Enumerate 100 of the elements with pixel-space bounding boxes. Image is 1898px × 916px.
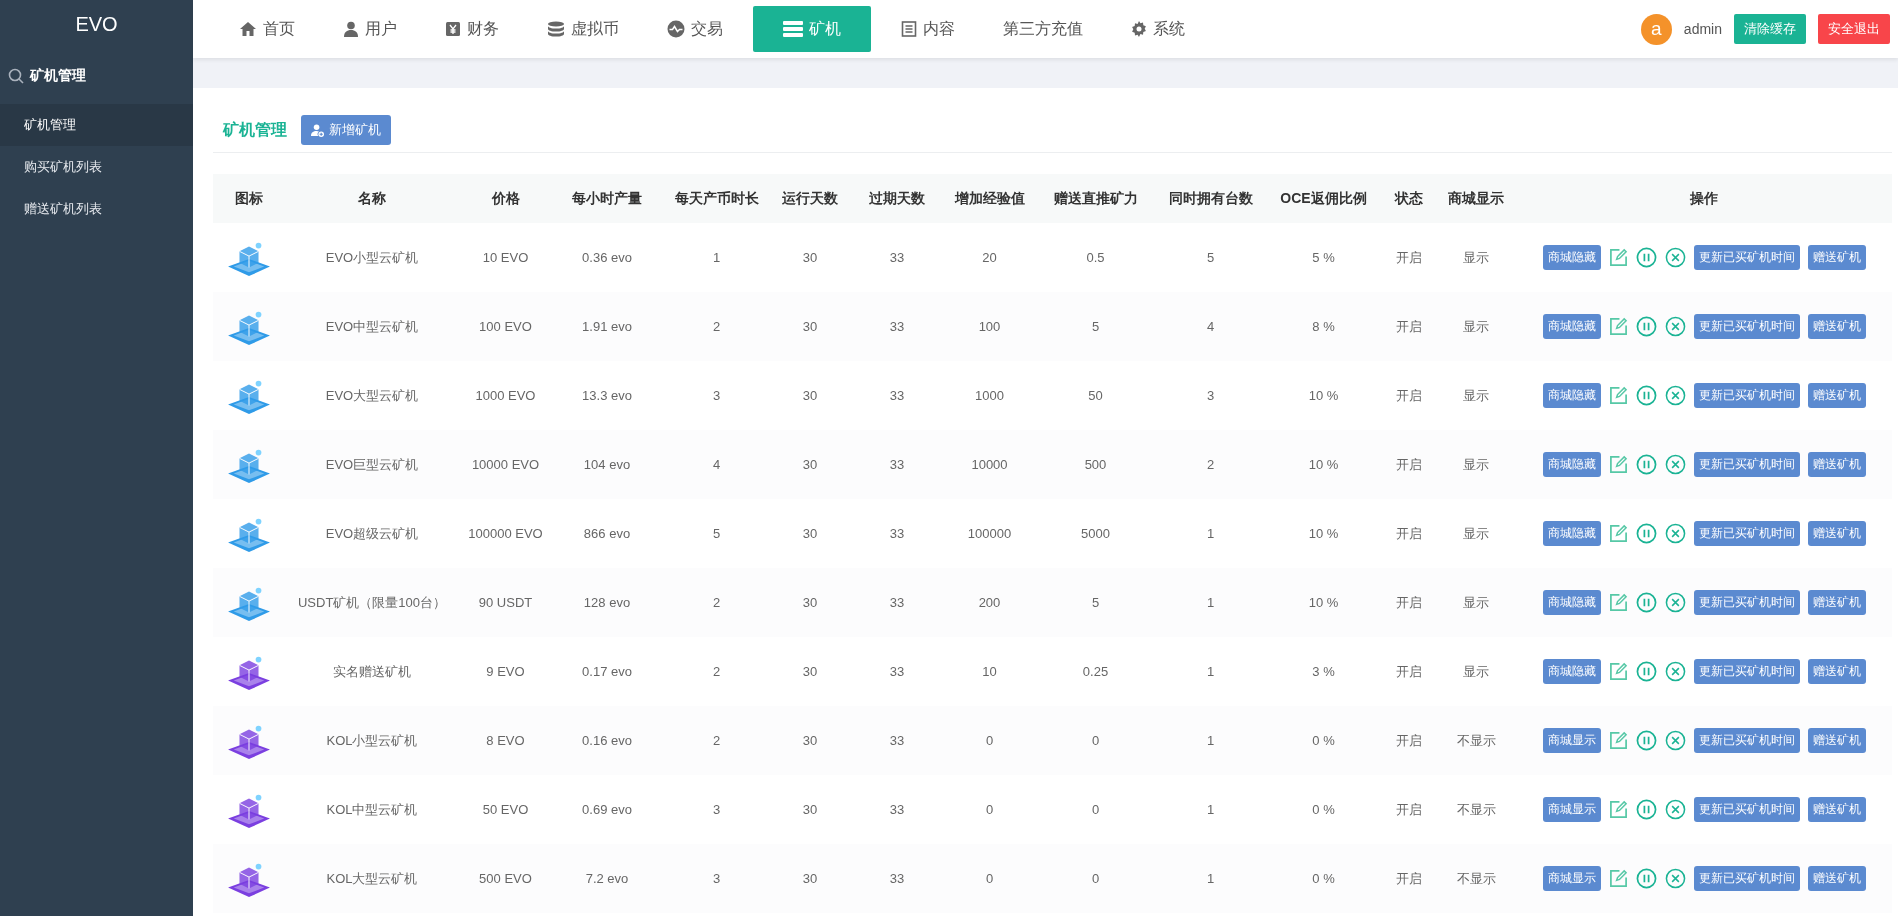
table-cell-text: 0.25 [1081, 663, 1110, 681]
edit-icon[interactable] [1608, 869, 1628, 888]
add-miner-button[interactable]: 新增矿机 [301, 115, 391, 145]
nav-tab[interactable]: 财务 [427, 6, 517, 52]
table-cell-text: 开启 [1395, 662, 1423, 681]
update-time-button[interactable]: 更新已买矿机时间 [1693, 452, 1800, 477]
update-time-button[interactable]: 更新已买矿机时间 [1693, 797, 1800, 822]
gift-miner-button[interactable]: 赠送矿机 [1807, 590, 1866, 615]
shop-toggle-button[interactable]: 商城隐藏 [1542, 314, 1601, 339]
shop-toggle-button[interactable]: 商城隐藏 [1542, 521, 1601, 546]
nav-tab[interactable]: 矿机 [753, 6, 871, 52]
cancel-icon[interactable] [1664, 661, 1686, 682]
table-cell-text: 开启 [1395, 386, 1423, 405]
table-cell: 5 [1156, 223, 1265, 292]
table-cell-text: 13.3 evo [581, 387, 633, 405]
update-time-button[interactable]: 更新已买矿机时间 [1693, 314, 1800, 339]
cancel-icon[interactable] [1664, 454, 1686, 475]
gift-miner-button[interactable]: 赠送矿机 [1807, 521, 1866, 546]
shop-toggle-button[interactable]: 商城隐藏 [1542, 245, 1601, 270]
table-cell: 5 % [1265, 223, 1382, 292]
gift-miner-button[interactable]: 赠送矿机 [1807, 245, 1866, 270]
cancel-icon[interactable] [1664, 385, 1686, 406]
table-cell-text: EVO大型云矿机 [324, 386, 420, 405]
edit-icon[interactable] [1608, 386, 1628, 405]
column-header: 名称 [284, 174, 460, 223]
table-cell: 33 [850, 223, 944, 292]
sidebar-item[interactable]: 购买矿机列表 [0, 146, 193, 188]
shop-toggle-button[interactable]: 商城隐藏 [1542, 383, 1601, 408]
edit-icon[interactable] [1608, 248, 1628, 267]
gift-miner-button[interactable]: 赠送矿机 [1807, 728, 1866, 753]
shop-toggle-button[interactable]: 商城显示 [1542, 728, 1601, 753]
shop-toggle-button[interactable]: 商城隐藏 [1542, 659, 1601, 684]
cancel-icon[interactable] [1664, 247, 1686, 268]
server-icon [783, 21, 803, 37]
nav-tab[interactable]: 用户 [325, 6, 415, 52]
nav-tab[interactable]: 虚拟币 [529, 6, 637, 52]
update-time-button[interactable]: 更新已买矿机时间 [1693, 866, 1800, 891]
pause-icon[interactable] [1635, 385, 1657, 406]
table-cell-text: 实名赠送矿机 [332, 662, 412, 681]
shop-toggle-button[interactable]: 商城隐藏 [1542, 452, 1601, 477]
cancel-icon[interactable] [1664, 592, 1686, 613]
edit-icon[interactable] [1608, 593, 1628, 612]
pause-icon[interactable] [1635, 523, 1657, 544]
shop-toggle-button[interactable]: 商城显示 [1542, 797, 1601, 822]
gift-miner-button[interactable]: 赠送矿机 [1807, 452, 1866, 477]
column-header: 增加经验值 [944, 174, 1035, 223]
home-icon [239, 21, 257, 37]
nav-tab[interactable]: 交易 [649, 6, 741, 52]
cancel-icon[interactable] [1664, 730, 1686, 751]
table-cell-text: 显示 [1462, 662, 1490, 681]
logout-button[interactable]: 安全退出 [1818, 14, 1890, 44]
table-cell: 开启 [1382, 223, 1436, 292]
shop-toggle-button[interactable]: 商城显示 [1542, 866, 1601, 891]
update-time-button[interactable]: 更新已买矿机时间 [1693, 383, 1800, 408]
column-header: OCE返佣比例 [1265, 174, 1382, 223]
edit-icon[interactable] [1608, 455, 1628, 474]
page-title: 矿机管理 [223, 119, 287, 140]
cancel-icon[interactable] [1664, 316, 1686, 337]
nav-tab[interactable]: 首页 [221, 6, 313, 52]
table-cell-text: EVO超级云矿机 [324, 524, 420, 543]
shop-toggle-button[interactable]: 商城隐藏 [1542, 590, 1601, 615]
user-avatar[interactable]: a [1640, 13, 1672, 45]
update-time-button[interactable]: 更新已买矿机时间 [1693, 659, 1800, 684]
update-time-button[interactable]: 更新已买矿机时间 [1693, 521, 1800, 546]
gift-miner-button[interactable]: 赠送矿机 [1807, 866, 1866, 891]
clear-cache-button[interactable]: 清除缓存 [1734, 14, 1806, 44]
pause-icon[interactable] [1635, 247, 1657, 268]
update-time-button[interactable]: 更新已买矿机时间 [1693, 728, 1800, 753]
table-cell: 20 [944, 223, 1035, 292]
edit-icon[interactable] [1608, 524, 1628, 543]
cancel-icon[interactable] [1664, 799, 1686, 820]
update-time-button[interactable]: 更新已买矿机时间 [1693, 590, 1800, 615]
gift-miner-button[interactable]: 赠送矿机 [1807, 383, 1866, 408]
column-header: 每天产币时长 [663, 174, 770, 223]
pause-icon[interactable] [1635, 316, 1657, 337]
cancel-icon[interactable] [1664, 523, 1686, 544]
gift-miner-button[interactable]: 赠送矿机 [1807, 659, 1866, 684]
table-cell-text: 30 [801, 663, 819, 681]
table-cell: 1 [663, 223, 770, 292]
pause-icon[interactable] [1635, 592, 1657, 613]
cancel-icon[interactable] [1664, 868, 1686, 889]
gift-miner-button[interactable]: 赠送矿机 [1807, 797, 1866, 822]
nav-tab[interactable]: 第三方充值 [985, 6, 1101, 52]
edit-icon[interactable] [1608, 800, 1628, 819]
edit-icon[interactable] [1608, 317, 1628, 336]
table-cell: EVO小型云矿机 [284, 223, 460, 292]
pause-icon[interactable] [1635, 730, 1657, 751]
nav-tab[interactable]: 内容 [883, 6, 973, 52]
edit-icon[interactable] [1608, 731, 1628, 750]
update-time-button[interactable]: 更新已买矿机时间 [1693, 245, 1800, 270]
pause-icon[interactable] [1635, 799, 1657, 820]
gift-miner-button[interactable]: 赠送矿机 [1807, 314, 1866, 339]
nav-tab[interactable]: 系统 [1113, 6, 1203, 52]
pause-icon[interactable] [1635, 661, 1657, 682]
edit-icon[interactable] [1608, 662, 1628, 681]
gear-icon [1131, 21, 1147, 37]
pause-icon[interactable] [1635, 454, 1657, 475]
pause-icon[interactable] [1635, 868, 1657, 889]
sidebar-item[interactable]: 赠送矿机列表 [0, 188, 193, 230]
sidebar-item[interactable]: 矿机管理 [0, 104, 193, 146]
